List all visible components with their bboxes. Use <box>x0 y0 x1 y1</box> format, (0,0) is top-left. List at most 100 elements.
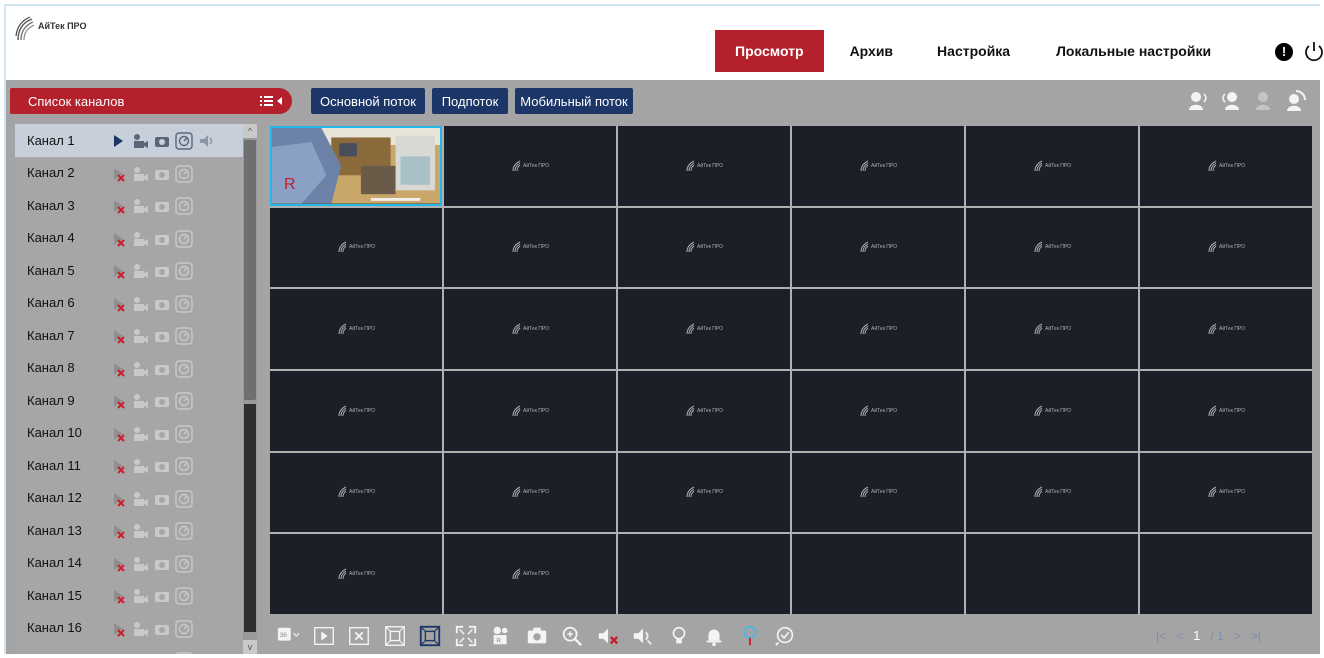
play-disabled-icon[interactable] <box>109 620 127 638</box>
video-cell[interactable]: АйТек ПРО <box>270 207 442 288</box>
video-cell[interactable]: АйТек ПРО <box>444 207 616 288</box>
last-page-button[interactable]: >| <box>1251 629 1261 643</box>
channel-row[interactable]: Канал 13 <box>15 514 243 547</box>
smart-icon-button[interactable] <box>772 623 798 649</box>
record-icon[interactable] <box>131 587 149 605</box>
ptz-icon[interactable] <box>175 392 193 410</box>
snapshot-icon[interactable] <box>153 197 171 215</box>
nav-item-view[interactable]: Просмотр <box>715 30 824 72</box>
audio-icon-button[interactable] <box>630 623 656 649</box>
ptz-icon[interactable] <box>175 327 193 345</box>
video-cell[interactable]: АйТек ПРО <box>966 452 1138 533</box>
record-icon[interactable] <box>131 522 149 540</box>
play-disabled-icon[interactable] <box>109 522 127 540</box>
video-cell-live[interactable]: R <box>270 126 442 206</box>
video-cell[interactable]: АйТек ПРО <box>618 126 790 206</box>
ptz-icon[interactable] <box>175 489 193 508</box>
snapshot-icon[interactable] <box>153 262 171 280</box>
play-disabled-icon[interactable] <box>109 392 127 410</box>
ptz-icon[interactable] <box>175 424 193 443</box>
channel-list-scrollbar[interactable]: ^ v <box>243 124 257 654</box>
light-icon-button[interactable] <box>666 623 692 649</box>
snapshot-icon[interactable] <box>153 327 171 345</box>
preset-icon[interactable] <box>1250 88 1276 114</box>
record-icon[interactable] <box>131 165 149 183</box>
video-cell[interactable]: АйТек ПРО <box>1140 207 1312 288</box>
ptz-icon[interactable] <box>175 294 193 313</box>
record-icon[interactable] <box>131 425 149 443</box>
snapshot-icon[interactable] <box>153 457 171 475</box>
channel-row[interactable]: Канал 5 <box>15 254 243 287</box>
stop-all-icon-button[interactable] <box>346 623 372 649</box>
channel-row[interactable]: Канал 10 <box>15 417 243 450</box>
ptz-icon[interactable] <box>175 522 193 540</box>
ptz-icon[interactable] <box>175 164 193 183</box>
video-cell[interactable]: АйТек ПРО <box>270 289 442 369</box>
mute-icon-button[interactable] <box>595 623 621 649</box>
play-disabled-icon[interactable] <box>109 295 127 313</box>
record-icon[interactable] <box>131 392 149 410</box>
ptz-icon[interactable] <box>175 554 193 573</box>
record-icon[interactable] <box>131 457 149 475</box>
video-cell[interactable]: АйТек ПРО <box>618 207 790 288</box>
snapshot-icon[interactable] <box>153 230 171 248</box>
nav-item-archive[interactable]: Архив <box>838 30 905 72</box>
record-icon[interactable] <box>131 360 149 378</box>
video-cell[interactable]: АйТек ПРО <box>1140 452 1312 533</box>
video-cell[interactable]: АйТек ПРО <box>792 452 964 533</box>
snapshot-icon[interactable] <box>153 425 171 443</box>
channel-row[interactable]: Канал 11 <box>15 449 243 482</box>
alarm-pin-icon-button[interactable] <box>737 623 763 649</box>
record-icon[interactable] <box>131 490 149 508</box>
channel-row[interactable]: Канал 1 <box>15 124 243 157</box>
video-cell[interactable]: АйТек ПРО <box>270 452 442 533</box>
mobile-stream-button[interactable]: Мобильный поток <box>515 88 633 114</box>
collapse-list-icon[interactable] <box>258 92 286 110</box>
ptz-icon[interactable] <box>175 197 193 215</box>
snapshot-icon[interactable] <box>153 490 171 508</box>
ptz-icon[interactable] <box>175 229 193 248</box>
alert-icon[interactable]: ! <box>1275 43 1293 61</box>
play-icon[interactable] <box>109 132 127 150</box>
channel-row[interactable]: Канал 8 <box>15 352 243 385</box>
video-cell[interactable]: АйТек ПРО <box>618 289 790 369</box>
snapshot-icon[interactable] <box>153 132 171 150</box>
ptz-icon[interactable] <box>175 132 193 150</box>
video-cell[interactable]: АйТек ПРО <box>618 370 790 451</box>
video-cell[interactable]: АйТек ПРО <box>444 289 616 369</box>
video-cell[interactable]: АйТек ПРО <box>1140 370 1312 451</box>
play-disabled-icon[interactable] <box>109 360 127 378</box>
record-icon[interactable] <box>131 197 149 215</box>
snapshot-icon[interactable] <box>153 392 171 410</box>
record-icon[interactable] <box>131 620 149 638</box>
talk-icon[interactable] <box>1186 88 1212 114</box>
video-cell[interactable]: АйТек ПРО <box>270 534 442 614</box>
channel-row[interactable]: Канал 17 <box>15 644 243 654</box>
alarm-bell-icon-button[interactable] <box>701 623 727 649</box>
video-cell[interactable] <box>618 534 790 614</box>
video-cell[interactable]: АйТек ПРО <box>966 207 1138 288</box>
snapshot-icon[interactable] <box>153 295 171 313</box>
ptz-icon[interactable] <box>175 587 193 605</box>
nav-item-local-settings[interactable]: Локальные настройки <box>1044 30 1223 72</box>
video-cell[interactable]: АйТек ПРО <box>792 126 964 206</box>
play-disabled-icon[interactable] <box>109 652 127 654</box>
snapshot-icon[interactable] <box>153 360 171 378</box>
video-cell[interactable]: АйТек ПРО <box>792 289 964 369</box>
video-cell[interactable]: АйТек ПРО <box>792 370 964 451</box>
video-cell[interactable]: АйТек ПРО <box>270 370 442 451</box>
snapshot-icon-button[interactable] <box>524 623 550 649</box>
scroll-thumb[interactable] <box>244 140 256 400</box>
ptz-icon[interactable] <box>175 619 193 638</box>
split-layout-icon-button[interactable]: 36 <box>275 623 301 649</box>
play-disabled-icon[interactable] <box>109 555 127 573</box>
snapshot-icon[interactable] <box>153 555 171 573</box>
scroll-down-button[interactable]: v <box>243 640 257 654</box>
fit-window-icon-button[interactable] <box>417 623 443 649</box>
next-page-button[interactable]: > <box>1234 629 1241 643</box>
record-icon[interactable] <box>131 327 149 345</box>
channel-row[interactable]: Канал 15 <box>15 579 243 612</box>
window-mode-icon-button[interactable] <box>382 623 408 649</box>
record-icon[interactable] <box>131 652 149 654</box>
play-disabled-icon[interactable] <box>109 230 127 248</box>
